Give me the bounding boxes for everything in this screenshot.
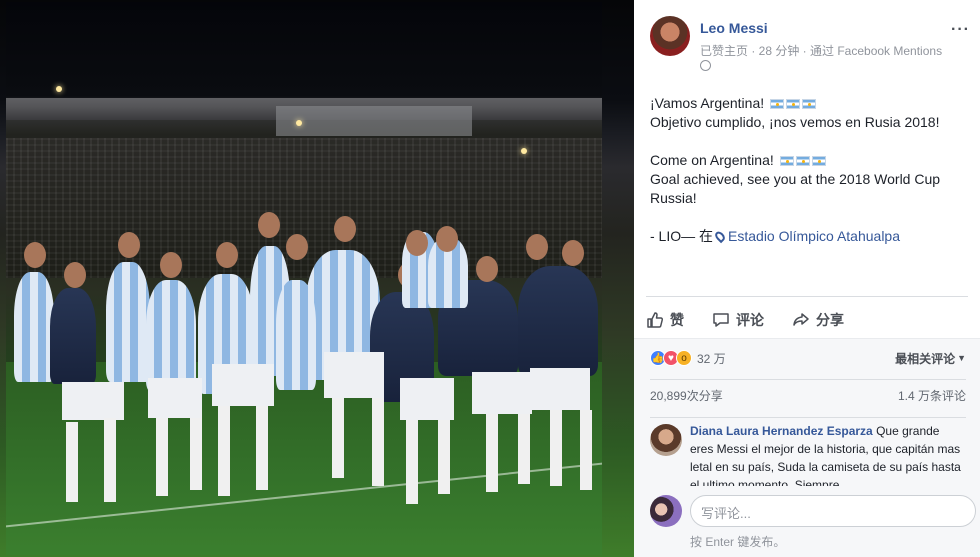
post-header: Leo Messi 已赞主页 · 28 分钟 · 通过 Facebook Men… [650,16,970,76]
action-bar: 赞 评论 分享 [646,296,968,336]
page-name-link[interactable]: Leo Messi [700,20,768,36]
share-icon [792,311,810,329]
post-stats: 20,899次分享 1.4 万条评论 [650,379,966,411]
stadium-light [296,120,302,126]
comment-sort-dropdown[interactable]: 最相关评论 ▼ [895,350,966,367]
like-label: 赞 [670,311,684,328]
globe-icon [700,60,711,71]
reaction-count: 32 万 [697,351,726,366]
argentina-flag-icon [795,156,810,166]
argentina-flag-icon [786,99,801,109]
feedback-section: 👍 ♥ o 32 万 最相关评论 ▼ 20,899次分享 1.4 万条评论 Dia… [634,338,980,557]
commenter-name[interactable]: Diana Laura Hernandez Esparza [690,424,873,438]
post-signature: - LIO— 在 Estadio Olímpico Atahualpa [650,228,901,244]
share-count[interactable]: 20,899次分享 [650,387,723,404]
comment-input[interactable]: 写评论... [690,495,976,527]
stadium-light [56,86,62,92]
thumbs-up-icon [646,311,664,329]
comment-button[interactable]: 评论 [712,310,764,330]
comment-label: 评论 [736,311,764,328]
post-line: Goal achieved, see you at the 2018 World… [650,171,941,206]
argentina-flag-icon [802,99,817,109]
comment-body: Diana Laura Hernandez Esparza Que grande… [690,422,966,486]
location-pin-icon [713,229,727,244]
wow-reaction-icon: o [676,350,692,366]
location-link[interactable]: Estadio Olímpico Atahualpa [728,228,900,244]
post-text: ¡Vamos Argentina! Objetivo cumplido, ¡no… [650,94,964,246]
photo-scene [6,2,602,555]
stadium-stand [276,106,472,136]
post-line: Come on Argentina! [650,151,964,170]
reactions-summary[interactable]: 👍 ♥ o 32 万 [650,348,726,368]
comment-composer: 写评论... [650,495,976,529]
caret-down-icon: ▼ [957,353,966,363]
composer-hint: 按 Enter 键发布。 [690,535,786,549]
share-button[interactable]: 分享 [792,310,844,330]
argentina-flag-icon [770,99,785,109]
players-group [6,202,602,555]
post-panel: Leo Messi 已赞主页 · 28 分钟 · 通过 Facebook Men… [634,0,980,557]
commenter-avatar[interactable] [650,424,682,456]
comment-item: Diana Laura Hernandez Esparza Que grande… [650,417,966,491]
comment-count[interactable]: 1.4 万条评论 [898,387,966,404]
stadium-light [521,148,527,154]
post-line: Objetivo cumplido, ¡nos vemos en Rusia 2… [650,114,940,130]
comment-icon [712,311,730,329]
page-avatar[interactable] [650,16,690,56]
user-avatar [650,495,682,527]
like-button[interactable]: 赞 [646,310,684,330]
more-options-icon[interactable]: ··· [951,22,970,38]
argentina-flag-icon [779,156,794,166]
share-label: 分享 [816,311,844,328]
post-meta: 已赞主页 · 28 分钟 · 通过 Facebook Mentions [700,44,943,58]
argentina-flag-icon [811,156,826,166]
post-line: ¡Vamos Argentina! [650,94,964,113]
post-photo[interactable] [0,0,634,557]
